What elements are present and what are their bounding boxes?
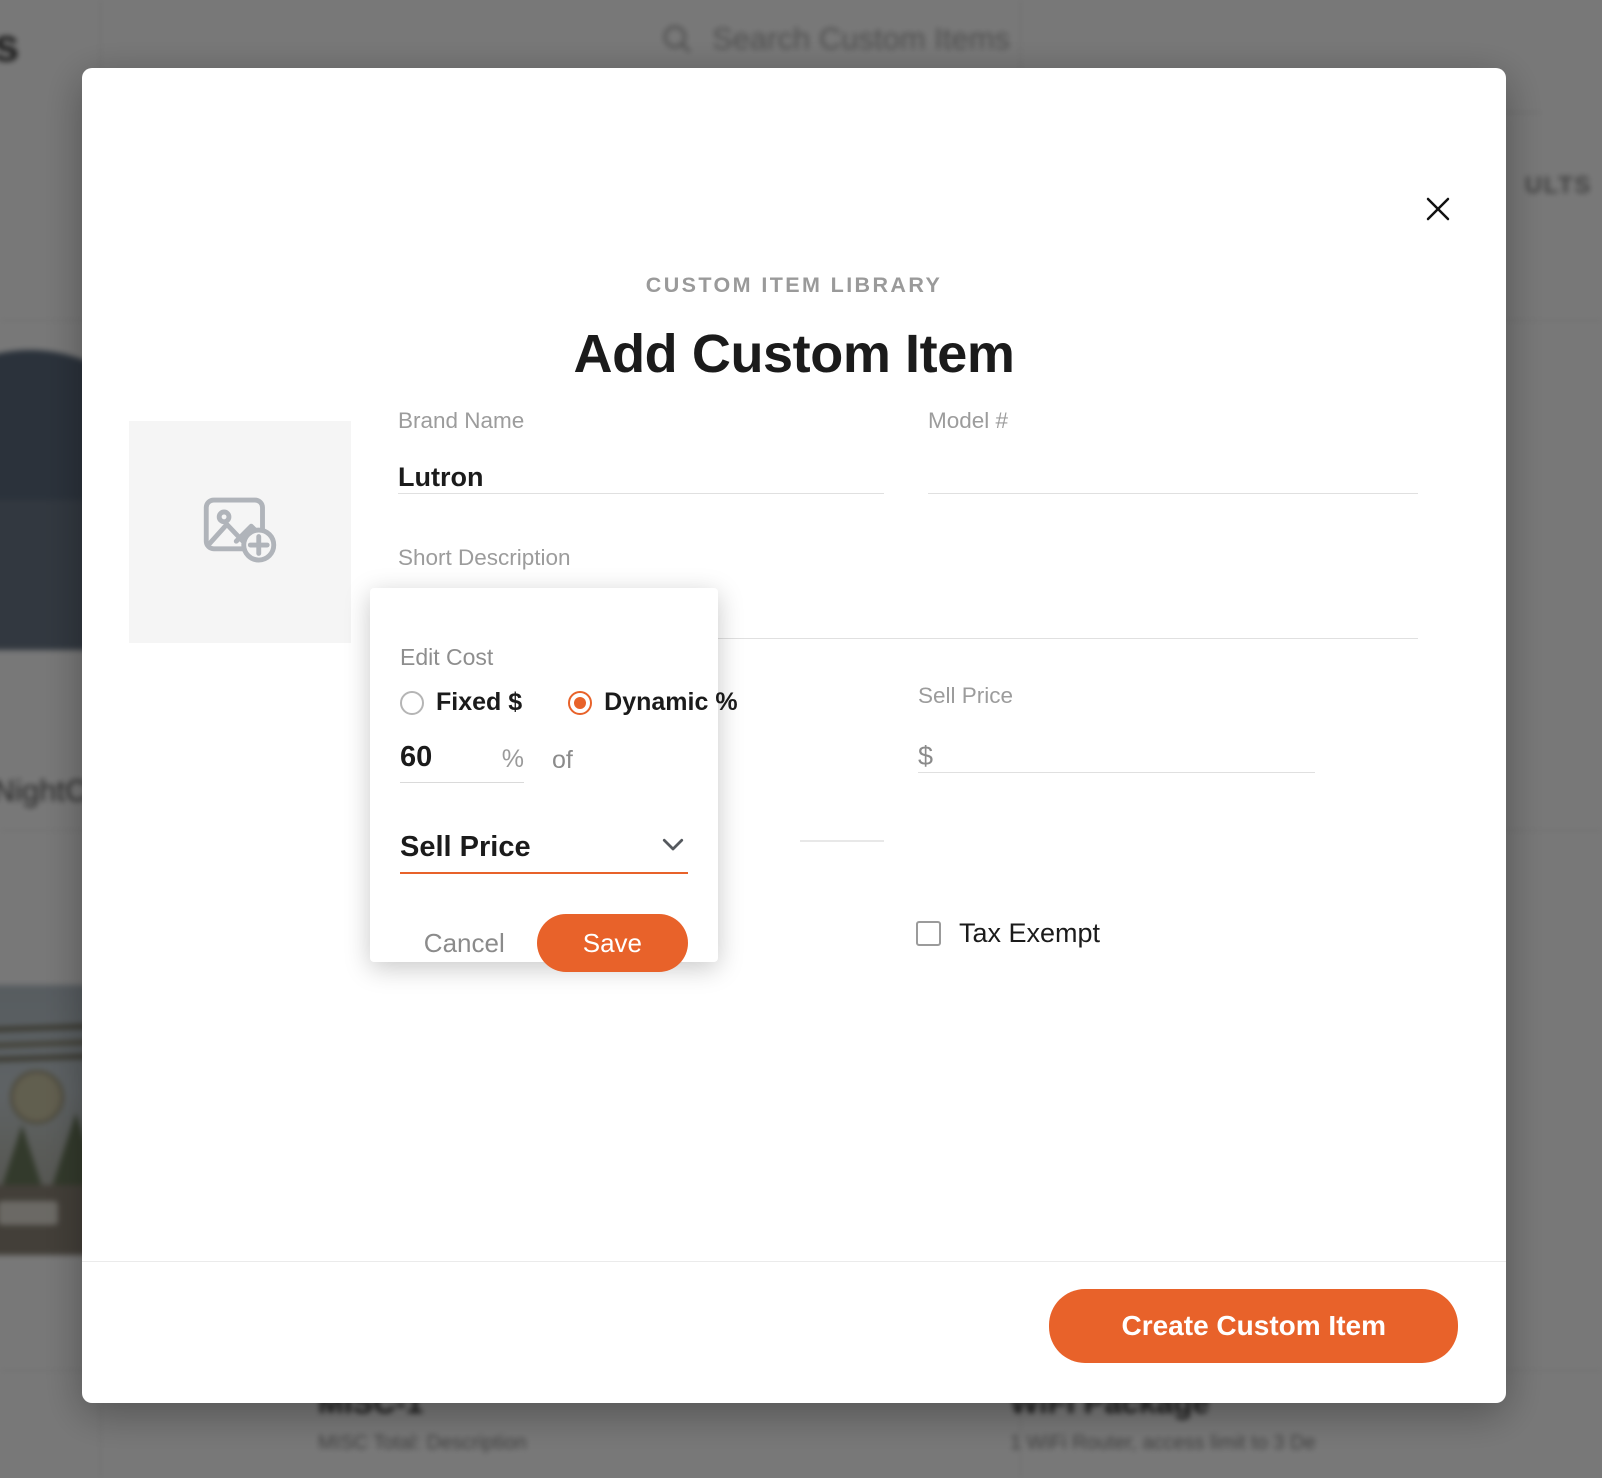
radio-label: Dynamic % [604,688,738,716]
percent-input[interactable]: 60 % [400,741,524,783]
radio-icon [400,690,424,715]
image-add-icon [195,485,285,580]
tax-exempt-checkbox[interactable]: Tax Exempt [916,918,1100,949]
save-button[interactable]: Save [536,914,688,972]
percent-value[interactable]: 60 [400,741,432,774]
close-icon[interactable] [1415,186,1461,232]
radio-label: Fixed $ [436,688,523,716]
cost-basis-select[interactable]: Sell Price [400,829,688,874]
checkbox-icon [916,921,941,946]
field-label: Sell Price [918,683,1014,708]
dialog-footer: Create Custom Item [82,1261,1506,1403]
add-custom-item-dialog: CUSTOM ITEM LIBRARY Add Custom Item Bran… [82,68,1506,1403]
popover-actions: Cancel Save [400,914,688,972]
cost-field-underline [800,840,884,842]
cancel-button[interactable]: Cancel [402,918,527,969]
dialog-eyebrow: CUSTOM ITEM LIBRARY [645,273,943,297]
popover-title: Edit Cost [400,644,494,670]
percent-row: 60 % of [400,741,688,783]
brand-name-input[interactable]: Lutron [398,463,483,493]
cost-basis-value: Sell Price [400,831,531,863]
field-sell-price[interactable]: Sell Price $ [918,683,1315,773]
edit-cost-popover: Edit Cost Fixed $ Dynamic % 60 % of Sell… [370,588,738,972]
field-brand-name[interactable]: Brand Name Lutron [398,408,884,494]
field-label: Brand Name [398,408,525,433]
radio-dynamic-percent[interactable]: Dynamic % [568,688,738,717]
chevron-down-icon [658,829,688,864]
radio-fixed-dollar[interactable]: Fixed $ [400,688,522,717]
field-label: Short Description [398,545,571,570]
radio-icon-selected [568,690,593,715]
of-label: of [552,746,573,774]
sell-price-input[interactable]: $ [918,742,933,772]
field-model-number[interactable]: Model # [928,408,1418,494]
item-image-uploader[interactable] [129,421,351,643]
field-label: Model # [928,408,1009,433]
percent-sign: % [501,745,524,773]
cost-mode-radio-group: Fixed $ Dynamic % [400,688,738,717]
page-title: Add Custom Item [573,324,1015,384]
create-custom-item-button[interactable]: Create Custom Item [1049,1289,1458,1363]
tax-exempt-label: Tax Exempt [959,918,1101,948]
